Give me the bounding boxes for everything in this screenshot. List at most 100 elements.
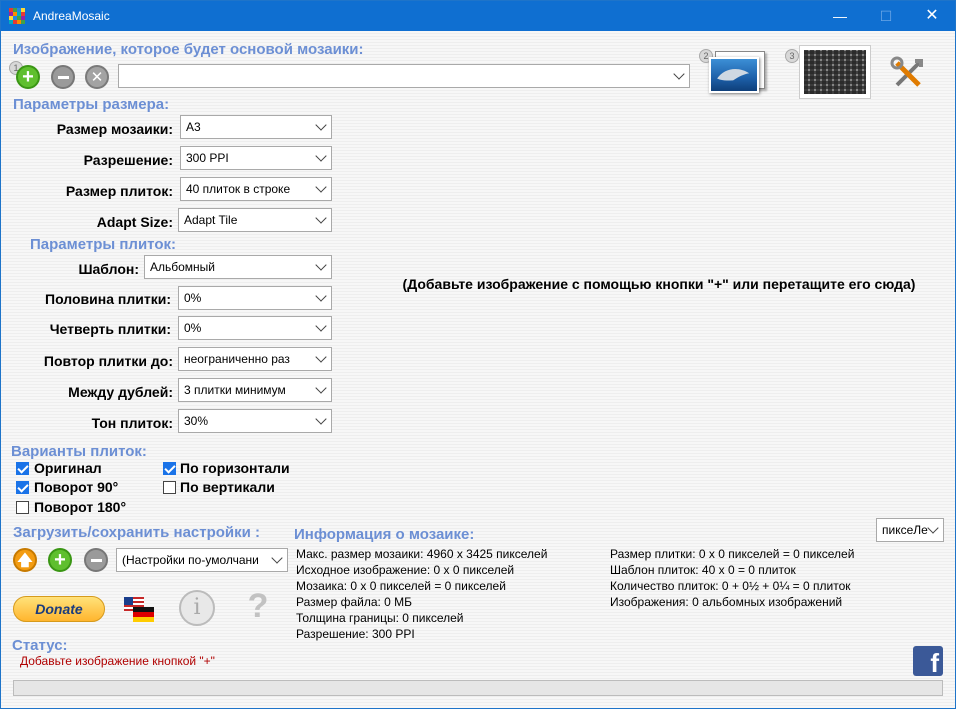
drop-hint: (Добавьте изображение с помощью кнопки "… xyxy=(402,276,916,292)
tile-tone-select[interactable]: 30% xyxy=(178,409,332,433)
load-settings-button[interactable]: 🡅 xyxy=(13,548,37,572)
resolution-label: Разрешение: xyxy=(83,152,173,168)
close-window-button[interactable]: ✕ xyxy=(909,1,955,31)
language-button[interactable] xyxy=(123,595,155,623)
unit-select[interactable]: пиксеЛе xyxy=(876,518,944,542)
progress-bar xyxy=(13,680,943,696)
adapt-size-select[interactable]: Adapt Tile xyxy=(178,208,332,232)
between-duplicates-select[interactable]: 3 плитки минимум xyxy=(178,378,332,402)
chevron-down-icon xyxy=(271,552,283,564)
chevron-down-icon xyxy=(315,119,327,131)
rotate-180-checkbox[interactable] xyxy=(16,501,29,514)
window-title: AndreaMosaic xyxy=(33,9,110,23)
chevron-down-icon xyxy=(315,320,327,332)
question-icon: ? xyxy=(247,587,269,625)
tile-size-select[interactable]: 40 плиток в строке xyxy=(180,177,332,201)
half-tile-select[interactable]: 0% xyxy=(178,286,332,310)
template-value: Альбомный xyxy=(150,260,216,274)
mosaic-preview-icon xyxy=(804,50,866,94)
info-tile-template: Шаблон плиток: 40 x 0 = 0 плиток xyxy=(610,563,796,577)
flip-horizontal-checkbox[interactable] xyxy=(163,462,176,475)
info-file-size: Размер файла: 0 МБ xyxy=(296,595,413,609)
info-resolution: Разрешение: 300 PPI xyxy=(296,627,415,641)
info-mosaic: Мозаика: 0 x 0 пикселей = 0 пикселей xyxy=(296,579,506,593)
resolution-select[interactable]: 300 PPI xyxy=(180,146,332,170)
create-mosaic-button[interactable] xyxy=(799,45,871,99)
info-images: Изображения: 0 альбомных изображений xyxy=(610,595,843,609)
settings-heading: Загрузить/сохранить настройки : xyxy=(13,524,261,541)
settings-preset-select[interactable]: (Настройки по-умолчани xyxy=(116,548,288,572)
rotate-90-label: Поворот 90° xyxy=(34,479,119,495)
quarter-tile-select[interactable]: 0% xyxy=(178,316,332,340)
title-bar: AndreaMosaic — ☐ ✕ xyxy=(1,1,955,31)
dolphin-photo-icon xyxy=(709,57,759,93)
chevron-down-icon xyxy=(315,351,327,363)
main-image-heading: Изображение, которое будет основой мозаи… xyxy=(13,41,364,58)
mosaic-size-select[interactable]: A3 xyxy=(180,115,332,139)
status-message: Добавьте изображение кнопкой "+" xyxy=(20,654,215,668)
minus-icon xyxy=(90,558,102,562)
delete-settings-button[interactable] xyxy=(84,548,108,572)
size-params-heading: Параметры размера: xyxy=(13,96,170,113)
plus-icon: + xyxy=(54,549,66,571)
facebook-button[interactable]: f xyxy=(913,646,943,676)
language-flags-icon xyxy=(124,597,154,622)
adapt-size-label: Adapt Size: xyxy=(96,214,173,230)
add-image-button[interactable]: + xyxy=(16,65,40,89)
info-tile-size: Размер плитки: 0 x 0 пикселей = 0 пиксел… xyxy=(610,547,855,561)
tile-size-label: Размер плиток: xyxy=(65,183,173,199)
remove-image-button[interactable] xyxy=(51,65,75,89)
about-button[interactable]: i xyxy=(179,590,215,626)
info-max-size: Макс. размер мозаики: 4960 x 3425 пиксел… xyxy=(296,547,548,561)
mosaic-info-heading: Информация о мозаике: xyxy=(294,526,475,543)
chevron-down-icon xyxy=(315,413,327,425)
facebook-icon: f xyxy=(930,648,939,676)
flip-horizontal-label: По горизонтали xyxy=(180,460,290,476)
settings-preset-value: (Настройки по-умолчани xyxy=(122,553,259,567)
tile-variants-heading: Варианты плиток: xyxy=(11,443,147,460)
status-heading: Статус: xyxy=(12,637,68,654)
chevron-down-icon xyxy=(927,522,939,534)
half-tile-value: 0% xyxy=(184,291,202,305)
help-button[interactable]: ? xyxy=(241,587,275,627)
info-border: Толщина границы: 0 пикселей xyxy=(296,611,464,625)
maximize-button[interactable]: ☐ xyxy=(863,1,909,31)
chevron-down-icon xyxy=(315,181,327,193)
chevron-down-icon xyxy=(315,382,327,394)
tools-icon xyxy=(890,56,923,87)
tile-tone-label: Тон плиток: xyxy=(91,415,173,431)
chevron-down-icon xyxy=(315,259,327,271)
info-right-column: Размер плитки: 0 x 0 пикселей = 0 пиксел… xyxy=(610,546,854,610)
template-select[interactable]: Альбомный xyxy=(144,255,332,279)
flip-vertical-checkbox[interactable] xyxy=(163,481,176,494)
clear-image-button[interactable]: ✕ xyxy=(85,65,109,89)
minus-icon xyxy=(57,75,69,79)
mosaic-size-value: A3 xyxy=(186,120,201,134)
app-logo-icon xyxy=(9,8,25,24)
quarter-tile-label: Четверть плитки: xyxy=(49,321,171,337)
resolution-value: 300 PPI xyxy=(186,151,229,165)
donate-button[interactable]: Donate xyxy=(13,596,105,622)
tile-repeat-select[interactable]: неограниченно раз xyxy=(178,347,332,371)
app-window: AndreaMosaic — ☐ ✕ Изображение, которое … xyxy=(0,0,956,709)
tiles-images-button[interactable] xyxy=(707,49,767,95)
arrow-up-icon: 🡅 xyxy=(17,551,33,569)
mosaic-size-label: Размер мозаики: xyxy=(56,121,173,137)
info-source-image: Исходное изображение: 0 x 0 пикселей xyxy=(296,563,515,577)
info-icon: i xyxy=(193,595,201,620)
tile-params-heading: Параметры плиток: xyxy=(30,236,176,253)
image-path-combo[interactable] xyxy=(118,64,690,88)
chevron-down-icon xyxy=(315,150,327,162)
minimize-button[interactable]: — xyxy=(817,1,863,31)
info-left-column: Макс. размер мозаики: 4960 x 3425 пиксел… xyxy=(296,546,547,642)
quarter-tile-value: 0% xyxy=(184,321,202,335)
settings-tools-button[interactable] xyxy=(889,55,929,91)
info-tile-count: Количество плиток: 0 + 0½ + 0¼ = 0 плито… xyxy=(610,579,851,593)
rotate-90-checkbox[interactable] xyxy=(16,481,29,494)
chevron-down-icon xyxy=(315,290,327,302)
chevron-down-icon xyxy=(673,68,685,80)
save-settings-button[interactable]: + xyxy=(48,548,72,572)
x-icon: ✕ xyxy=(90,68,104,86)
original-checkbox[interactable] xyxy=(16,462,29,475)
adapt-size-value: Adapt Tile xyxy=(184,213,238,227)
